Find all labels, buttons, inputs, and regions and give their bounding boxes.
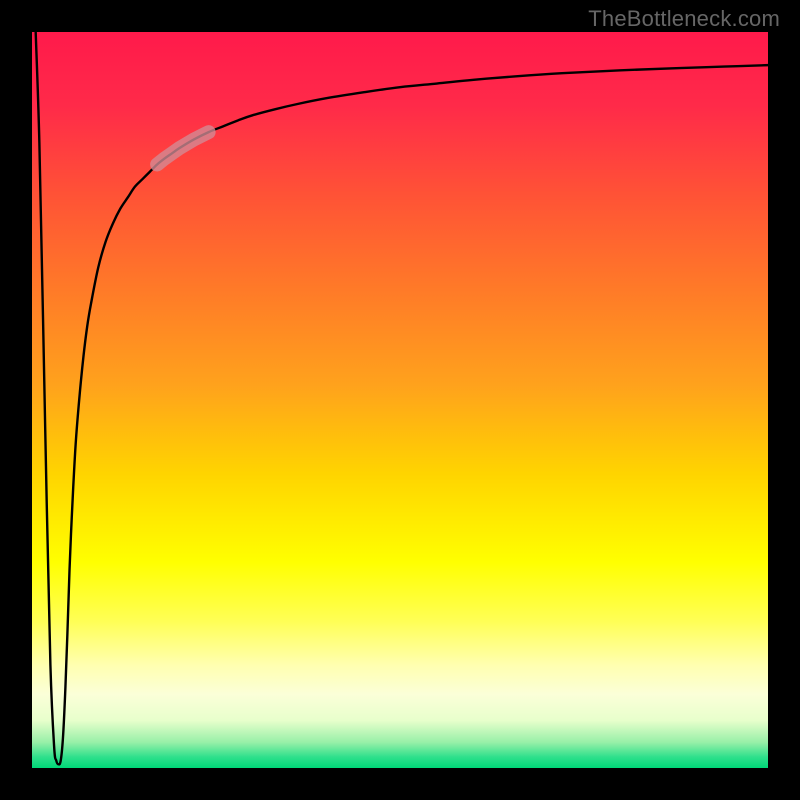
gradient-background [32, 32, 768, 768]
chart-svg [32, 32, 768, 768]
watermark-text: TheBottleneck.com [588, 6, 780, 32]
plot-area [32, 32, 768, 768]
chart-frame: TheBottleneck.com [0, 0, 800, 800]
